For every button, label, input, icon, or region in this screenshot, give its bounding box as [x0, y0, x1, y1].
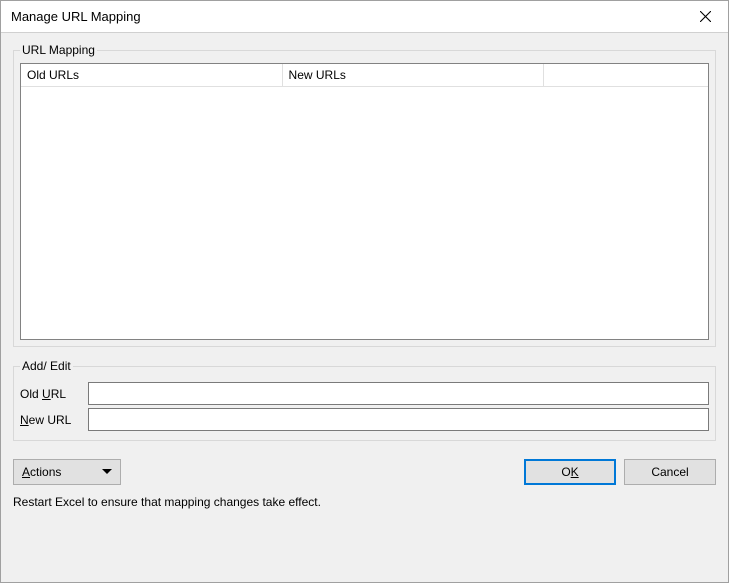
cancel-button-label: Cancel	[651, 465, 688, 479]
old-url-input[interactable]	[88, 382, 709, 405]
url-mapping-table: Old URLs New URLs	[21, 64, 708, 87]
old-url-row: Old URL	[20, 382, 709, 405]
url-mapping-group: URL Mapping Old URLs New URLs	[13, 43, 716, 347]
ok-button-label: OK	[561, 465, 578, 479]
button-row: Actions OK Cancel	[13, 459, 716, 485]
dialog-window: Manage URL Mapping URL Mapping Old URLs	[0, 0, 729, 583]
window-title: Manage URL Mapping	[11, 9, 683, 24]
status-text: Restart Excel to ensure that mapping cha…	[13, 495, 716, 509]
actions-button-label: Actions	[22, 465, 61, 479]
url-mapping-table-container[interactable]: Old URLs New URLs	[20, 63, 709, 340]
actions-button[interactable]: Actions	[13, 459, 121, 485]
titlebar: Manage URL Mapping	[1, 1, 728, 33]
add-edit-group: Add/ Edit Old URL New URL	[13, 359, 716, 441]
add-edit-legend: Add/ Edit	[20, 359, 73, 373]
table-header-row: Old URLs New URLs	[21, 64, 708, 86]
url-mapping-legend: URL Mapping	[20, 43, 97, 57]
new-url-label: New URL	[20, 413, 88, 427]
chevron-down-icon	[102, 469, 112, 475]
col-new-urls[interactable]: New URLs	[282, 64, 543, 86]
close-button[interactable]	[683, 1, 728, 32]
col-old-urls[interactable]: Old URLs	[21, 64, 282, 86]
new-url-row: New URL	[20, 408, 709, 431]
col-blank[interactable]	[543, 64, 708, 86]
old-url-label: Old URL	[20, 387, 88, 401]
new-url-input[interactable]	[88, 408, 709, 431]
cancel-button[interactable]: Cancel	[624, 459, 716, 485]
ok-button[interactable]: OK	[524, 459, 616, 485]
close-icon	[700, 11, 711, 22]
dialog-content: URL Mapping Old URLs New URLs	[1, 33, 728, 582]
